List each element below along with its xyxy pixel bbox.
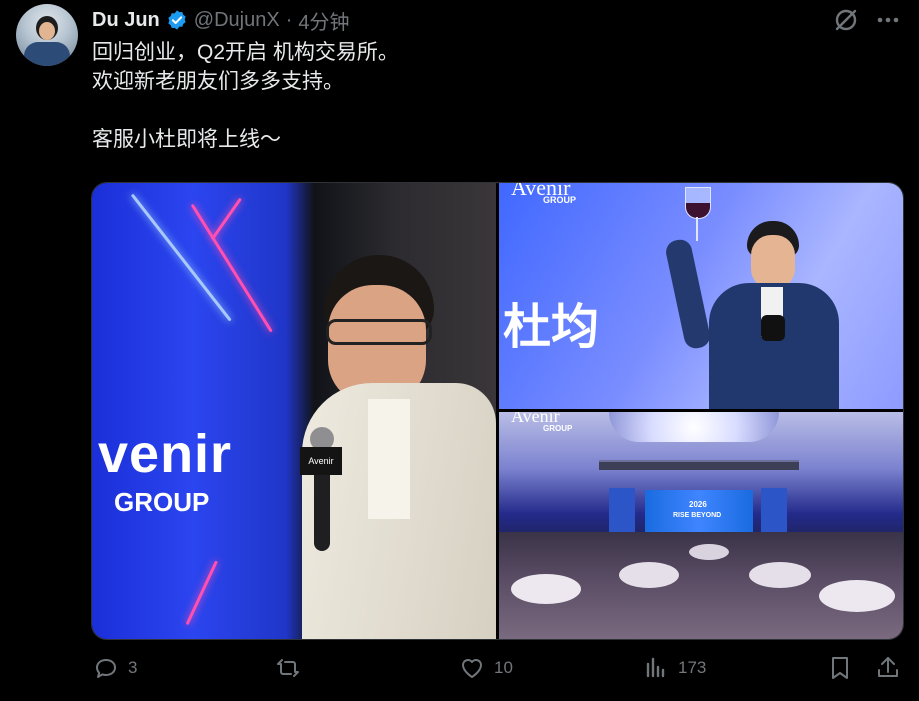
banquet-table xyxy=(511,574,581,604)
like-count: 10 xyxy=(494,658,513,677)
camera xyxy=(761,315,785,341)
views-button[interactable]: 173 xyxy=(642,654,706,682)
microphone-brand-text: Avenir xyxy=(308,456,334,466)
tweet-timestamp[interactable]: 4分钟 xyxy=(298,6,349,35)
photo-toast[interactable]: Avenir GROUP 杜均 xyxy=(499,183,903,409)
stage-laser xyxy=(210,197,242,241)
photo-banquet-hall[interactable]: Avenir GROUP 2026 RISE BEYOND xyxy=(499,412,903,639)
stage-screen: 2026 RISE BEYOND xyxy=(645,490,753,536)
stage-laser xyxy=(190,203,273,333)
stage-laser xyxy=(185,560,218,626)
photo-speaker-on-stage[interactable]: venir GROUP Avenir xyxy=(92,183,496,639)
tweet-line: 客服小杜即将上线～ xyxy=(92,128,281,151)
bookmark-button[interactable] xyxy=(826,654,854,682)
share-button[interactable] xyxy=(874,654,902,682)
stage-year-text: 2026 xyxy=(689,500,707,509)
stage-laser xyxy=(130,193,232,322)
banner-name-text: 杜均 xyxy=(503,299,600,355)
stage-side-screen-right xyxy=(761,488,787,538)
stage-side-screen-left xyxy=(609,488,635,538)
tweet-header: Du Jun @DujunX · 4分钟 xyxy=(92,6,349,34)
retweet-button[interactable] xyxy=(274,654,310,682)
like-button[interactable]: 10 xyxy=(458,654,513,682)
bookmark-icon xyxy=(832,657,848,679)
banquet-table xyxy=(749,562,811,588)
raised-arm xyxy=(663,237,713,351)
views-count: 173 xyxy=(678,658,707,677)
tweet-line: 欢迎新老朋友们多多支持。 xyxy=(92,70,344,93)
heart-icon xyxy=(462,659,482,678)
author-handle[interactable]: @DujunX xyxy=(194,9,280,32)
speaker-glasses xyxy=(326,319,432,345)
avatar-face xyxy=(39,22,55,40)
hall-group-text: GROUP xyxy=(543,424,573,433)
separator-dot: · xyxy=(285,8,293,31)
banquet-table xyxy=(619,562,679,588)
reply-icon xyxy=(96,659,116,678)
tweet-line: 回归创业，Q2开启 机构交易所。 xyxy=(92,41,399,64)
banner-group-text: GROUP xyxy=(543,195,577,205)
retweet-icon xyxy=(277,659,299,677)
author-name[interactable]: Du Jun xyxy=(92,9,160,32)
views-chart-icon xyxy=(646,657,665,678)
author-avatar[interactable] xyxy=(16,4,78,66)
screen-group-text: GROUP xyxy=(114,487,210,517)
banquet-table xyxy=(689,544,729,560)
wine-glass-stem xyxy=(696,217,698,241)
wine-glass xyxy=(685,187,711,219)
more-icon[interactable] xyxy=(874,6,902,34)
reply-button[interactable]: 3 xyxy=(92,654,137,682)
verified-badge-icon xyxy=(168,10,186,30)
share-icon xyxy=(878,657,898,677)
stage-slogan-text: RISE BEYOND xyxy=(673,512,722,519)
banquet-table xyxy=(819,580,895,612)
speaker-shirt xyxy=(368,399,410,519)
tweet-text: 回归创业，Q2开启 机构交易所。 欢迎新老朋友们多多支持。 客服小杜即将上线～ xyxy=(92,38,872,154)
lighting-truss xyxy=(599,460,799,470)
grok-icon[interactable] xyxy=(832,6,860,34)
tweet-line-break xyxy=(92,96,872,125)
ceiling-chandelier xyxy=(609,412,779,442)
reply-count: 3 xyxy=(128,658,138,677)
microphone-flag: Avenir xyxy=(300,447,342,475)
avatar-body xyxy=(24,42,70,66)
tweet-actions: 3 10 173 xyxy=(0,654,919,690)
media-grid: venir GROUP Avenir Avenir GROUP 杜均 Aveni… xyxy=(91,182,904,640)
man-face xyxy=(751,235,795,289)
screen-brand-text: venir xyxy=(98,424,233,484)
